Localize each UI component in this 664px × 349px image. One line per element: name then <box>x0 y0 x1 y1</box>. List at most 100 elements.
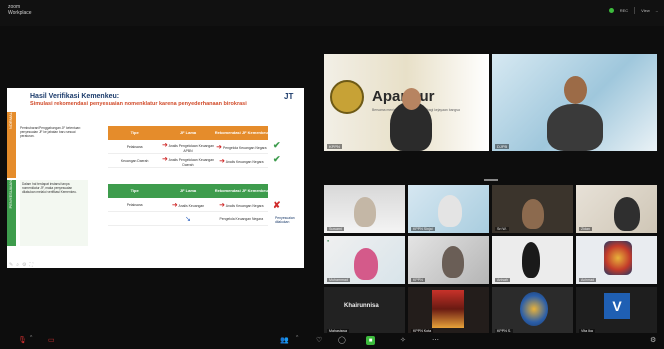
recording-status: REC <box>619 8 629 13</box>
table-cell: ➜ Analis Keuangan Negara <box>219 157 264 165</box>
slide-note: Penyesuaian dilakukan <box>275 216 295 224</box>
arrow-right-icon: ➜ <box>219 157 226 165</box>
video-tile[interactable]: KPPN S. <box>492 287 573 335</box>
more-icon[interactable]: ⋯ <box>432 336 439 344</box>
shared-slide: Hasil Verifikasi Kemenkeu: Simulasi reko… <box>7 88 304 268</box>
video-tile[interactable]: Sri W. <box>492 185 573 233</box>
participant-figure <box>442 246 464 278</box>
participant-name: KPPN <box>411 278 425 282</box>
participant-figure <box>547 76 603 151</box>
participants-icon[interactable]: 👥 <box>280 336 289 344</box>
apps-icon[interactable]: ✧ <box>400 336 406 344</box>
table-row: ↘ Pengelola Keuangan Negara <box>108 212 268 226</box>
avatar: V <box>604 293 630 319</box>
top-table-header: Tipe JF Lama Rekomendasi JF Kemenkeu <box>108 126 268 140</box>
emblem-logo-icon <box>330 80 364 114</box>
participant-figure <box>438 195 462 227</box>
video-tile[interactable]: KPPN Kota <box>408 287 489 335</box>
top-bar: zoom Workplace REC View – <box>0 0 664 26</box>
slide-header: Hasil Verifikasi Kemenkeu: Simulasi reko… <box>7 88 304 108</box>
arrow-down-right-icon: ↘ <box>185 215 191 223</box>
profile-picture <box>432 290 464 328</box>
participant-figure <box>614 197 640 231</box>
table-header-cell: Rekomendasi JF Kemenkeu <box>214 184 268 198</box>
band-bottom: PENYESUAIAN <box>7 180 16 246</box>
tile-display-text: Khairunnisa <box>344 303 379 309</box>
chat-icon[interactable]: ◯ <box>338 336 346 344</box>
table-cell: Pelaksana <box>126 144 143 149</box>
video-tile[interactable]: Suwarni <box>324 185 405 233</box>
chevron-up-icon[interactable]: ˆ <box>30 336 32 343</box>
table-row: Pelaksana ➜ Analis Pengelolaan Keuangan … <box>108 140 268 154</box>
table-cell: ➜ Analis Keuangan Negara <box>219 201 264 209</box>
mic-icon[interactable]: 🎙 <box>18 336 27 344</box>
video-tile[interactable]: KPPN <box>408 236 489 284</box>
slide-title: Hasil Verifikasi Kemenkeu: <box>30 93 120 100</box>
video-tile[interactable]: ● Muhammad <box>324 236 405 284</box>
participant-figure <box>390 88 432 151</box>
table-cell: Pelaksana <box>126 202 143 207</box>
participant-name: Suwarni <box>327 227 344 231</box>
view-button[interactable]: View <box>641 8 650 13</box>
slide-logo-icon: JT <box>284 92 294 101</box>
annotate-icon[interactable]: ✎ <box>9 262 13 268</box>
table-cell: ➜ Analis Pengelolaan Keuangan Daerah <box>161 155 215 167</box>
participant-figure <box>522 242 540 278</box>
left-text-top: Pembubaran/Penggabungan JF ketentuan: pe… <box>20 126 81 138</box>
fullscreen-icon[interactable]: ⛶ <box>30 262 34 268</box>
organization-logo-icon <box>520 292 548 326</box>
settings-icon[interactable]: ⚙ <box>650 336 656 344</box>
chevron-up-icon[interactable]: ˆ <box>296 336 298 343</box>
check-icon: ✔ <box>273 154 281 164</box>
participant-name: Anisah <box>495 278 510 282</box>
settings-icon[interactable]: ⚙ <box>22 262 26 268</box>
band-top: NORMAL <box>7 112 16 178</box>
video-icon[interactable]: ▭ <box>48 336 55 344</box>
video-tile-main-1[interactable]: Aparatur Bersama meningkatkan kompetensi… <box>324 54 489 151</box>
participant-name: DJPB <box>495 144 510 149</box>
share-tools: ✎ ⌕ ⚙ ⛶ <box>9 262 33 268</box>
arrow-right-icon: ➜ <box>161 155 168 163</box>
brand-title: Workplace <box>8 10 32 16</box>
video-tile[interactable]: Khairunnisa Mahasiswa <box>324 287 405 335</box>
video-tile[interactable]: KPPN Sinjai <box>408 185 489 233</box>
table-row: Keuangan Daerah ➜ Analis Pengelolaan Keu… <box>108 154 268 168</box>
top-right-controls: REC View – <box>608 7 658 14</box>
arrow-right-icon: ➜ <box>171 201 178 209</box>
top-table: Tipe JF Lama Rekomendasi JF Kemenkeu Pel… <box>108 126 268 168</box>
app-brand: zoom Workplace <box>8 4 32 16</box>
table-cell: Pengelola Keuangan Negara <box>219 216 264 221</box>
separator <box>634 7 636 14</box>
organization-logo-icon <box>604 241 632 275</box>
video-tile[interactable]: Zidan <box>576 185 657 233</box>
table-header-cell: Tipe <box>108 184 162 198</box>
table-row: Pelaksana ➜ Analis Keuangan ➜ Analis Keu… <box>108 198 268 212</box>
table-cell: ➜ Analis Pengelolaan Keuangan APBN <box>161 141 215 153</box>
video-tile[interactable]: Achmad <box>576 236 657 284</box>
gallery-divider[interactable] <box>324 179 657 181</box>
left-text-bottom: Dalam hal terdapat instansi tanpa nomenk… <box>20 180 88 246</box>
share-icon[interactable]: ■ <box>366 336 375 345</box>
minimize-icon[interactable]: – <box>656 8 658 13</box>
table-header-cell: Tipe <box>108 126 162 140</box>
zoom-icon[interactable]: ⌕ <box>16 262 19 268</box>
participant-name: Zidan <box>579 227 592 231</box>
reactions-icon[interactable]: ♡ <box>316 336 322 344</box>
participant-name: Muhammad <box>327 278 350 282</box>
participant-name: KPPN <box>327 144 342 149</box>
arrow-right-icon: ➜ <box>216 143 222 151</box>
bottom-table: Tipe JF Lama Rekomendasi JF Kemenkeu Pel… <box>108 184 268 226</box>
check-icon: ✔ <box>273 140 281 150</box>
arrow-right-icon: ➜ <box>161 141 168 149</box>
video-tile[interactable]: V Vita Ika <box>576 287 657 335</box>
table-header-cell: Rekomendasi JF Kemenkeu <box>214 126 268 140</box>
bottom-table-header: Tipe JF Lama Rekomendasi JF Kemenkeu <box>108 184 268 198</box>
table-cell: Keuangan Daerah <box>120 158 149 163</box>
video-tile-main-2[interactable]: DJPB <box>492 54 657 151</box>
participant-figure <box>354 197 376 227</box>
table-header-cell: JF Lama <box>161 184 215 198</box>
video-tile[interactable]: Anisah <box>492 236 573 284</box>
table-cell: ➜ Pengelola Keuangan Negara <box>216 143 267 151</box>
meeting-window: zoom Workplace REC View – Hasil Verifika… <box>0 0 664 349</box>
participant-figure <box>354 248 378 280</box>
